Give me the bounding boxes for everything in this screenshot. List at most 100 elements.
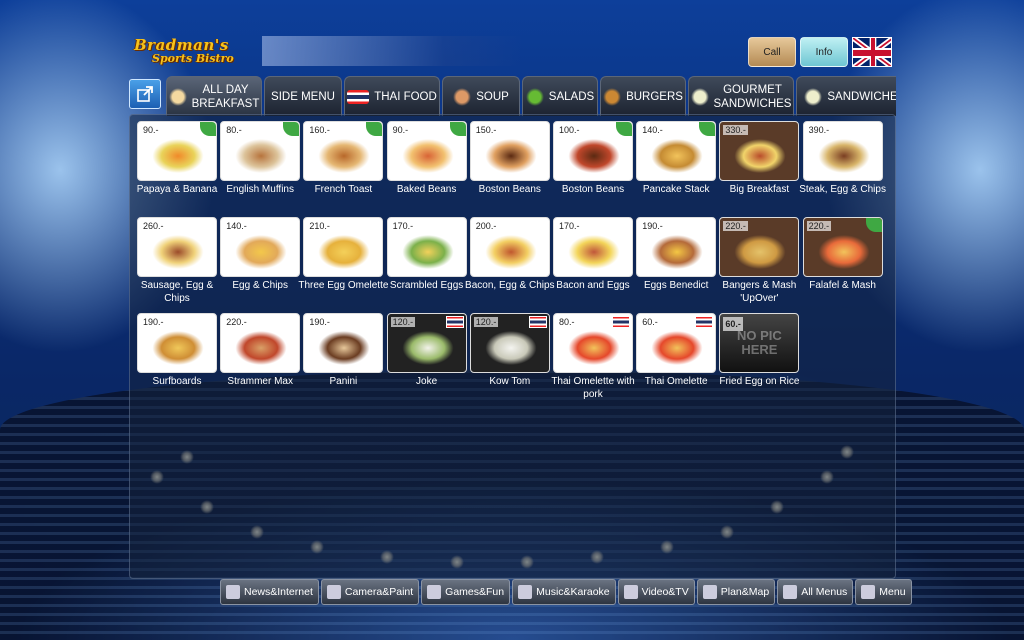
menu-item-price: 140.- [224, 221, 249, 231]
thai-flag-icon [528, 316, 547, 328]
menu-item-photo[interactable]: 330.- [719, 121, 800, 181]
menu-item-name: Panini [329, 376, 358, 387]
menu-item[interactable]: 140.- Egg & Chips [220, 217, 301, 292]
tab-side-menu[interactable]: SIDE MENU [264, 76, 342, 116]
menu-item[interactable]: 200.- Bacon, Egg & Chips [465, 217, 555, 292]
menu-item[interactable]: 390.- Steak, Egg & Chips [799, 121, 886, 196]
menu-item[interactable]: 160.- French Toast [303, 121, 384, 196]
thai-flag-icon [612, 316, 630, 328]
nav-music-karaoke[interactable]: Music&Karaoke [512, 579, 616, 605]
menu-item[interactable]: 90.- Baked Beans [386, 121, 467, 196]
menu-item[interactable]: 120.- Joke [386, 313, 467, 388]
menu-item[interactable]: 170.- Bacon and Eggs [553, 217, 633, 292]
leaf-icon [865, 218, 882, 232]
menu-item-name: Egg & Chips [232, 280, 288, 291]
menu-item-photo[interactable]: 100.- [553, 121, 633, 181]
menu-item-price: 60.- [640, 317, 660, 327]
soup-bowl-icon [453, 87, 472, 106]
tab-label: SANDWICHE [827, 90, 896, 103]
menu-item-photo[interactable]: 190.- [137, 313, 217, 373]
menu-item-price: 90.- [141, 125, 161, 135]
menu-item-photo[interactable]: 170.- [386, 217, 467, 277]
menu-item-price: 120.- [473, 317, 499, 327]
menu-item-photo[interactable]: 210.- [303, 217, 384, 277]
menu-item-name: Thai Omelette with pork [551, 376, 635, 400]
menu-item-photo[interactable]: 90.- [386, 121, 467, 181]
nav-menu[interactable]: Menu [855, 579, 912, 605]
tab-all-day-breakfast[interactable]: ALL DAY BREAKFAST [166, 76, 262, 116]
nav-news-internet[interactable]: News&Internet [220, 579, 319, 605]
menu-item-photo[interactable]: 260.- [137, 217, 217, 277]
menu-item-photo[interactable]: 390.- [802, 121, 883, 181]
menu-item-price: 170.- [557, 221, 582, 231]
menu-item-photo[interactable]: 220.- [220, 313, 301, 373]
tab-salads[interactable]: SALADS [522, 76, 598, 116]
brand-logo: Bradman's Sports Bistro [134, 36, 264, 70]
menu-item[interactable]: 150.- Boston Beans [469, 121, 550, 196]
nav-plan-map[interactable]: Plan&Map [696, 579, 776, 605]
tab-burgers[interactable]: BURGERS [600, 76, 686, 116]
menu-item[interactable]: 260.- Sausage, Egg & Chips [137, 217, 217, 305]
menu-item-photo[interactable]: 190.- [636, 217, 717, 277]
nav-camera-paint[interactable]: Camera&Paint [320, 579, 420, 605]
menu-item[interactable]: 330.- Big Breakfast [719, 121, 800, 196]
menu-item-price: 120.- [390, 317, 416, 327]
menu-item[interactable]: 210.- Three Egg Omelette [298, 217, 388, 292]
menu-item-photo[interactable]: 120.- [386, 313, 467, 373]
menu-item-price: 60.- [723, 317, 743, 331]
menu-item[interactable]: 120.- Kow Tom [469, 313, 550, 388]
nav-all-menus[interactable]: All Menus [777, 579, 854, 605]
menu-item-photo[interactable]: 160.- [303, 121, 384, 181]
menu-item-photo[interactable]: 80.- [553, 313, 633, 373]
tab-sandwiche[interactable]: SANDWICHE [796, 76, 896, 116]
menu-item[interactable]: 220.- Bangers & Mash 'UpOver' [719, 217, 800, 305]
eye-icon [623, 585, 638, 599]
menu-item-photo[interactable]: 150.- [469, 121, 550, 181]
back-button[interactable] [129, 79, 161, 109]
menu-item-photo[interactable]: 170.- [553, 217, 633, 277]
no-pic-placeholder: NO PIC HERE [736, 328, 782, 357]
menu-item-name: Surfboards [152, 376, 202, 387]
menu-item[interactable]: 60.- Thai Omelette [636, 313, 717, 388]
menu-item-name: Strammer Max [227, 376, 293, 387]
menu-item[interactable]: 220.- Strammer Max [220, 313, 301, 388]
tab-gourmet-sandwiches[interactable]: GOURMET SANDWICHES [688, 76, 794, 116]
menu-item[interactable]: 80.- English Muffins [220, 121, 301, 196]
menu-item-price: 80.- [224, 125, 244, 135]
menu-item-price: 220.- [224, 317, 249, 327]
info-button[interactable]: Info [800, 37, 848, 67]
menu-item[interactable]: NO PIC HERE 60.- Fried Egg on Rice [719, 313, 799, 388]
menu-item-price: 160.- [307, 125, 332, 135]
menu-item-photo[interactable]: NO PIC HERE 60.- [719, 313, 800, 373]
menu-item[interactable]: 220.- Falafel & Mash [802, 217, 883, 292]
tab-thai-food[interactable]: THAI FOOD [344, 76, 440, 116]
menu-item-photo[interactable]: 80.- [220, 121, 301, 181]
uk-flag-icon[interactable] [852, 37, 892, 67]
menu-item-photo[interactable]: 220.- [802, 217, 883, 277]
menu-item[interactable]: 190.- Eggs Benedict [636, 217, 717, 292]
menu-item-photo[interactable]: 200.- [469, 217, 550, 277]
call-button[interactable]: Call [748, 37, 796, 67]
menu-item-name: Bacon and Eggs [556, 280, 630, 291]
menu-panel: 90.- Papaya & Banana 80.- English Muffins 16… [129, 114, 896, 579]
menu-item[interactable]: 80.- Thai Omelette with pork [551, 313, 635, 401]
nav-games-fun[interactable]: Games&Fun [421, 579, 511, 605]
tab-label: BURGERS [626, 90, 683, 103]
menu-item-photo[interactable]: 190.- [303, 313, 384, 373]
menu-item-name: Pancake Stack [642, 184, 710, 195]
menu-item[interactable]: 90.- Papaya & Banana [137, 121, 217, 196]
menu-item[interactable]: 100.- Boston Beans [553, 121, 633, 196]
menu-item-photo[interactable]: 140.- [220, 217, 301, 277]
menu-item[interactable]: 170.- Scrambled Eggs [386, 217, 467, 292]
menu-item-photo[interactable]: 120.- [469, 313, 550, 373]
menu-item-photo[interactable]: 60.- [636, 313, 717, 373]
menu-item-photo[interactable]: 220.- [719, 217, 800, 277]
menu-item-photo[interactable]: 140.- [636, 121, 717, 181]
menu-item[interactable]: 190.- Surfboards [137, 313, 217, 388]
menu-item[interactable]: 190.- Panini [303, 313, 384, 388]
menu-item-photo[interactable]: 90.- [137, 121, 217, 181]
nav-video-tv[interactable]: Video&TV [617, 579, 695, 605]
nav-label: Menu [879, 586, 906, 598]
menu-item[interactable]: 140.- Pancake Stack [636, 121, 717, 196]
tab-soup[interactable]: SOUP [442, 76, 520, 116]
